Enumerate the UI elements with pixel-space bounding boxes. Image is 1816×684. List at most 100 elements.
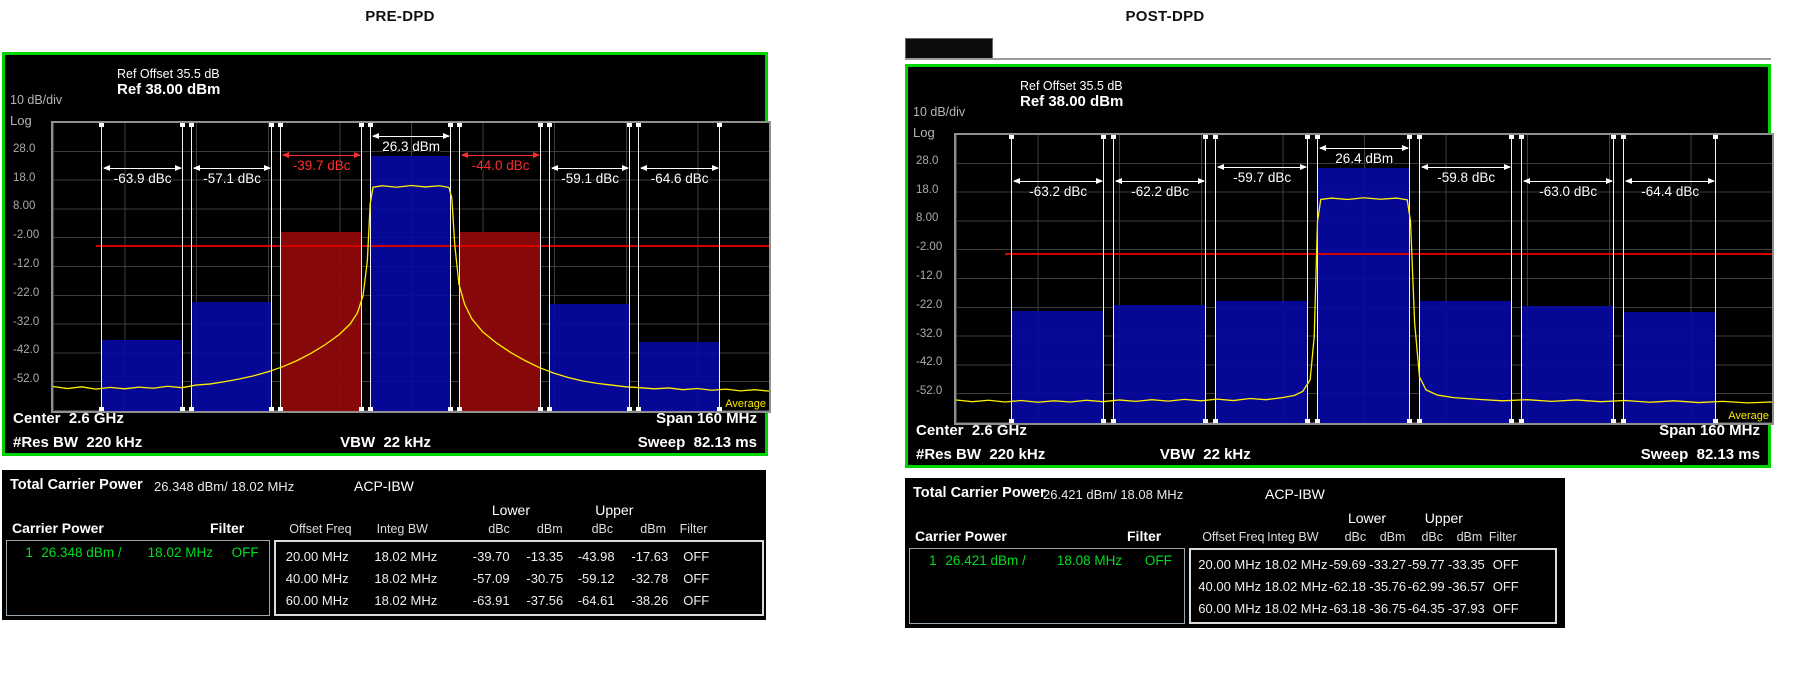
acp-offset-cell: -57.09 <box>472 570 510 586</box>
res-bw-label: #Res BW 220 kHz <box>916 446 1046 463</box>
carrier-power-box: 1 26.421 dBm / 18.08 MHz OFF <box>909 548 1185 624</box>
offset-measurement-label: 26.4 dBm <box>1318 144 1410 166</box>
y-axis-tick-label: -52.0 <box>916 385 943 398</box>
acp-offset-cell: -30.75 <box>526 570 564 586</box>
acp-offset-cell: -37.56 <box>526 592 564 608</box>
background-window-edge <box>905 58 1771 60</box>
acp-offset-cell: -59.77 <box>1407 556 1445 572</box>
offset-measurement-label: -57.1 dBc <box>192 164 273 186</box>
acp-offset-cell: 18.02 MHz <box>1264 556 1328 572</box>
acp-offset-cell: -36.57 <box>1447 578 1485 594</box>
acp-offset-cell: 40.00 MHz <box>285 570 349 586</box>
y-axis-tick-label: 18.0 <box>916 183 939 196</box>
acp-offset-cell: -59.12 <box>577 570 615 586</box>
carrier-power-header: Carrier Power <box>915 528 1007 544</box>
acp-offset-cell: -13.35 <box>526 548 564 564</box>
acp-offset-cell: -63.91 <box>472 592 510 608</box>
offset-measurement-label: -62.2 dBc <box>1114 178 1206 199</box>
lower-group-header: Lower <box>491 502 531 518</box>
offset-measurement-label: -64.4 dBc <box>1624 178 1716 199</box>
acp-offset-row: 60.00 MHz 18.02 MHz -63.91 -37.56 -64.61 -38.… <box>276 589 762 611</box>
ref-level-label: Ref 38.00 dBm <box>1020 93 1124 110</box>
y-axis-tick-label: -52.0 <box>13 373 40 386</box>
acp-offset-cell: 60.00 MHz <box>285 592 349 608</box>
filter-header: Filter <box>210 520 245 536</box>
acp-offset-cell: -37.93 <box>1447 600 1485 616</box>
vbw-label: VBW 22 kHz <box>1159 446 1251 463</box>
dpd-comparison-screenshot: PRE-DPD POST-DPD Ref Offset 35.5 dB Ref … <box>0 0 1816 684</box>
span-label: Span 160 MHz <box>656 410 757 427</box>
log-scale-label: Log <box>10 113 32 128</box>
acp-offset-cell: -63.18 <box>1329 600 1366 616</box>
y-axis-tick-label: 28.0 <box>13 142 36 155</box>
acp-offset-cell: -64.61 <box>577 592 615 608</box>
res-bw-label: #Res BW 220 kHz <box>13 434 143 451</box>
upper-group-header: Upper <box>1424 510 1463 526</box>
acp-offset-cell: 18.02 MHz <box>374 592 438 608</box>
carrier-power-header: Carrier Power <box>12 520 104 536</box>
y-axis-tick-label: -42.0 <box>916 356 943 369</box>
y-axis-tick-label: -42.0 <box>13 344 40 357</box>
acp-offset-cell: 18.02 MHz <box>374 548 438 564</box>
y-axis-tick-label: -22.0 <box>13 286 40 299</box>
y-axis-tick-label: -2.00 <box>916 241 943 254</box>
sweep-label: Sweep 82.13 ms <box>1640 446 1760 463</box>
y-axis-tick-label: 8.00 <box>916 212 939 225</box>
acp-offset-cell: 20.00 MHz <box>1198 556 1262 572</box>
acp-offset-box: 20.00 MHz 18.02 MHz -59.69 -33.27 -59.77 -33.… <box>1189 548 1557 624</box>
acp-offset-cell: -43.98 <box>577 548 615 564</box>
average-trace <box>53 123 769 411</box>
y-axis-tick-label: -32.0 <box>916 327 943 340</box>
acp-offset-cell: -39.70 <box>472 548 510 564</box>
acp-offset-cell: -62.18 <box>1329 578 1366 594</box>
span-label: Span 160 MHz <box>1659 422 1760 439</box>
sweep-label: Sweep 82.13 ms <box>637 434 757 451</box>
offset-measurement-label: -59.7 dBc <box>1216 163 1308 185</box>
acp-offset-row: 20.00 MHz 18.02 MHz -39.70 -13.35 -43.98 -17.… <box>276 545 762 567</box>
ref-level-label: Ref 38.00 dBm <box>117 81 221 98</box>
acp-offset-cell: -36.75 <box>1369 600 1407 616</box>
scale-per-div-label: 10 dB/div <box>10 93 63 107</box>
acp-offset-cell: -38.26 <box>631 592 669 608</box>
scale-per-div-label: 10 dB/div <box>913 105 966 119</box>
acp-offset-row: 60.00 MHz 18.02 MHz -63.18 -36.75 -64.35 -37.… <box>1191 597 1555 619</box>
acp-offset-cell: -32.78 <box>631 570 669 586</box>
y-axis-tick-label: 28.0 <box>916 154 939 167</box>
acp-offset-cell: 18.02 MHz <box>1264 578 1328 594</box>
y-axis-tick-label: 18.0 <box>13 171 36 184</box>
pre-dpd-acp-table: Total Carrier Power 26.348 dBm/ 18.02 MH… <box>2 470 766 620</box>
y-axis-tick-label: -2.00 <box>13 229 40 242</box>
offset-measurement-label: -59.8 dBc <box>1420 163 1512 185</box>
acp-offset-cell: 60.00 MHz <box>1198 600 1262 616</box>
acp-offset-cell: -17.63 <box>631 548 669 564</box>
acp-offset-cell: 18.02 MHz <box>374 570 438 586</box>
lower-group-header: Lower <box>1347 510 1387 526</box>
acp-offset-box: 20.00 MHz 18.02 MHz -39.70 -13.35 -43.98 -17.… <box>274 540 764 616</box>
ref-offset-label: Ref Offset 35.5 dB <box>117 67 220 81</box>
trace-average-label: Average <box>1728 410 1769 422</box>
total-carrier-power-value: 26.421 dBm/ 18.08 MHz <box>1043 487 1184 502</box>
acp-offset-cell: OFF <box>1492 600 1519 616</box>
acp-offset-cell: -64.35 <box>1407 600 1445 616</box>
y-axis-tick-label: -12.0 <box>13 258 40 270</box>
offset-measurement-label: -63.2 dBc <box>1012 178 1104 199</box>
total-carrier-power-value: 26.348 dBm/ 18.02 MHz <box>154 479 295 494</box>
pre-dpd-spectrum-panel: Ref Offset 35.5 dB Ref 38.00 dBm 10 dB/d… <box>2 52 771 456</box>
offset-column-headers: Offset Freq Integ BW dBc dBm dBc dBm Fil… <box>1202 530 1517 544</box>
post-dpd-spectrum-panel: Ref Offset 35.5 dB Ref 38.00 dBm 10 dB/d… <box>905 64 1774 468</box>
acp-offset-cell: -62.99 <box>1407 578 1445 594</box>
total-carrier-power-label: Total Carrier Power <box>10 477 143 493</box>
y-axis-tick-label: -32.0 <box>13 315 40 328</box>
pre-dpd-title: PRE-DPD <box>365 8 435 25</box>
acp-offset-cell: 18.02 MHz <box>1264 600 1328 616</box>
acp-offset-row: 40.00 MHz 18.02 MHz -62.18 -35.76 -62.99 -36.… <box>1191 575 1555 597</box>
offset-column-headers: Offset Freq Integ BW dBc dBm dBc dBm Fil… <box>289 522 708 536</box>
offset-measurement-label: -64.6 dBc <box>639 164 720 186</box>
offset-measurement-label: -39.7 dBc <box>281 151 362 173</box>
offset-measurement-label: -59.1 dBc <box>550 164 631 186</box>
graticule: -63.2 dBc -62.2 dBc -59.7 dBc 26.4 dBm -59.8… <box>954 133 1774 425</box>
carrier-row: 1 26.421 dBm / 18.08 MHz OFF <box>928 553 1172 568</box>
acp-offset-row: 40.00 MHz 18.02 MHz -57.09 -30.75 -59.12 -32.… <box>276 567 762 589</box>
center-frequency-label: Center 2.6 GHz <box>13 410 124 427</box>
graticule: -63.9 dBc -57.1 dBc -39.7 dBc 26.3 dBm -44.0… <box>51 121 771 413</box>
